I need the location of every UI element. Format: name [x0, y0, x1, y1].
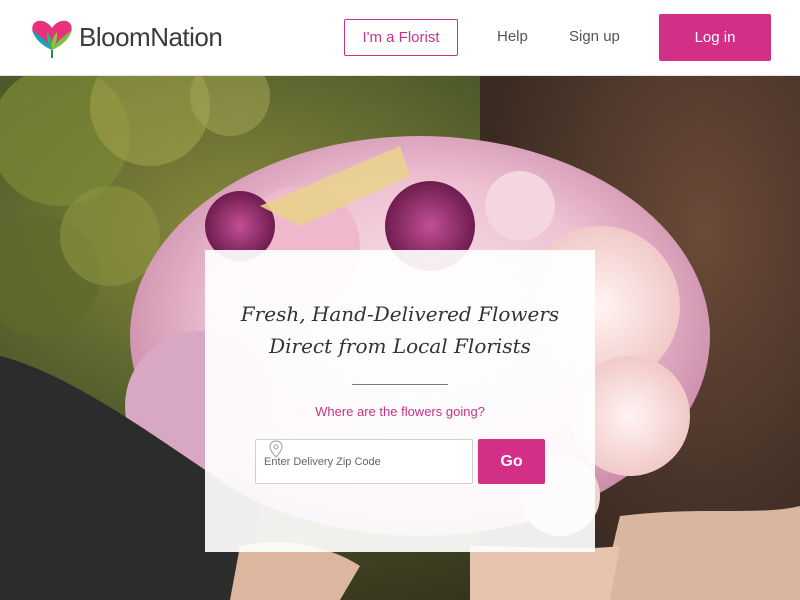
divider — [352, 384, 448, 385]
help-link[interactable]: Help — [497, 28, 528, 45]
signup-link[interactable]: Sign up — [569, 28, 620, 45]
headline-line-2: Direct from Local Florists — [269, 334, 531, 358]
brand-name: BloomNation — [79, 21, 223, 52]
zip-field[interactable] — [255, 439, 473, 484]
florist-button[interactable]: I'm a Florist — [344, 19, 458, 56]
hero-headline: Fresh, Hand-Delivered Flowers Direct fro… — [205, 298, 595, 362]
map-pin-icon — [269, 440, 283, 458]
search-card: Fresh, Hand-Delivered Flowers Direct fro… — [205, 250, 595, 552]
brand-logo[interactable]: BloomNation — [29, 16, 223, 58]
zip-input[interactable] — [264, 455, 444, 468]
headline-line-1: Fresh, Hand-Delivered Flowers — [240, 302, 560, 326]
heart-leaf-logo-icon — [32, 20, 72, 58]
delivery-question: Where are the flowers going? — [315, 404, 485, 419]
hero-banner: Fresh, Hand-Delivered Flowers Direct fro… — [0, 76, 800, 600]
site-header: BloomNation I'm a Florist Help Sign up L… — [0, 0, 800, 76]
login-button[interactable]: Log in — [659, 14, 771, 61]
go-button[interactable]: Go — [478, 439, 545, 484]
